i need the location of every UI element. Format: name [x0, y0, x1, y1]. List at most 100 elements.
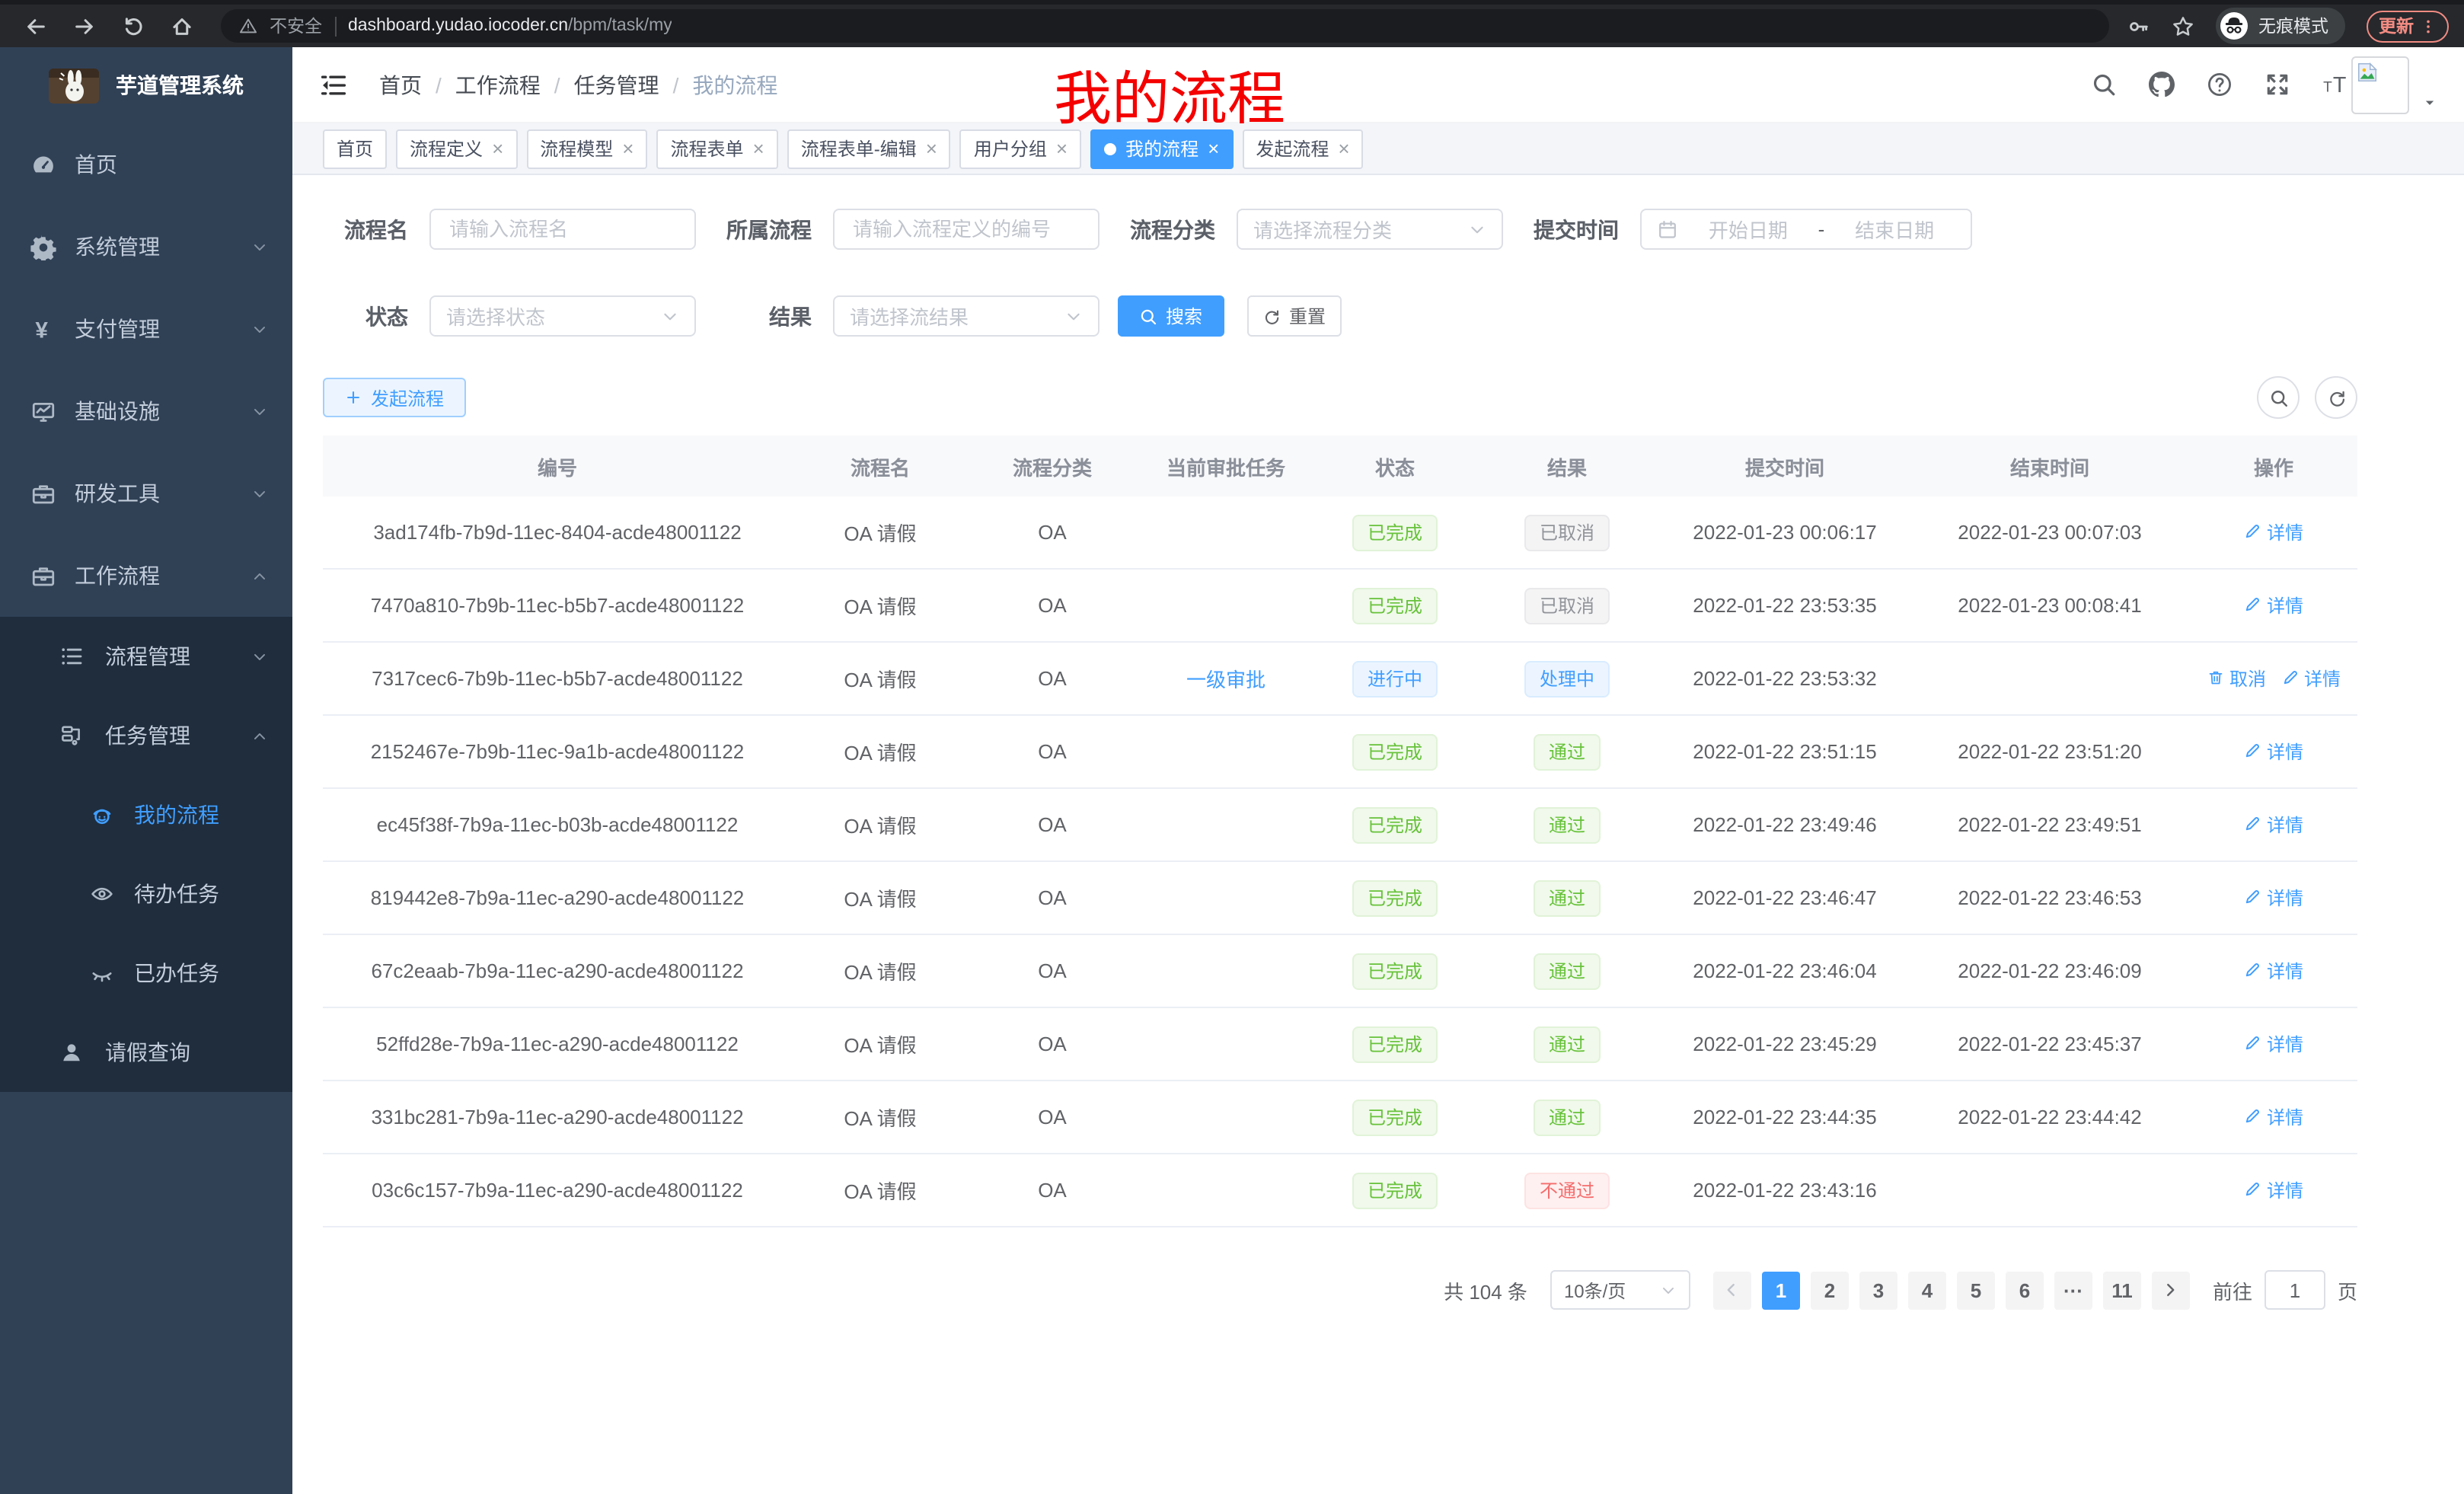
sidebar-item[interactable]: 流程管理	[0, 617, 292, 696]
select-input[interactable]: 请选择状态	[429, 295, 696, 337]
page-button[interactable]: 4	[1908, 1271, 1946, 1309]
chevron-icon	[251, 238, 268, 255]
table-row: 3ad174fb-7b9d-11ec-8404-acde48001122 OA …	[323, 496, 2357, 570]
tab[interactable]: 流程表单 ×	[656, 129, 777, 168]
page-button[interactable]: 5	[1957, 1271, 1995, 1309]
action-link[interactable]: 取消	[2207, 666, 2266, 691]
github-icon[interactable]	[2149, 72, 2175, 97]
star-icon[interactable]	[2172, 14, 2194, 37]
tab-label: 首页	[337, 136, 373, 161]
breadcrumb-item[interactable]: 首页 /	[379, 69, 455, 100]
action-link[interactable]: 详情	[2244, 1031, 2303, 1057]
sidebar-item-label: 首页	[75, 149, 268, 180]
tab-close-icon[interactable]: ×	[753, 139, 764, 158]
sidebar-item[interactable]: 待办任务	[0, 854, 292, 934]
tab-close-icon[interactable]: ×	[1056, 139, 1068, 158]
cell-status: 已完成	[1316, 953, 1474, 989]
caret-down-icon[interactable]	[2423, 95, 2437, 113]
tab[interactable]: 首页	[323, 129, 387, 168]
address-bar[interactable]: 不安全 dashboard.yudao.iocoder.cn/bpm/task/…	[221, 9, 2109, 43]
action-link[interactable]: 详情	[2244, 958, 2303, 984]
avatar[interactable]	[2351, 56, 2409, 113]
action-link[interactable]: 详情	[2244, 592, 2303, 618]
tab-close-icon[interactable]: ×	[1208, 139, 1219, 158]
cell-result: 通过	[1474, 953, 1660, 989]
tab[interactable]: 流程定义 ×	[396, 129, 517, 168]
select-input[interactable]: 请选择流结果	[833, 295, 1100, 337]
text-input[interactable]	[429, 209, 696, 250]
chevron-icon	[251, 727, 268, 744]
sidebar-item[interactable]: 系统管理	[0, 206, 292, 288]
prev-page-button[interactable]	[1713, 1271, 1751, 1309]
action-link[interactable]: 详情	[2244, 1104, 2303, 1130]
fullscreen-icon[interactable]	[2265, 72, 2290, 97]
table-header-cell: 流程分类	[969, 452, 1136, 480]
select-input[interactable]: 请选择流程分类	[1237, 209, 1503, 250]
cell-actions: 详情	[2190, 1031, 2357, 1058]
task-link[interactable]: 一级审批	[1186, 664, 1266, 693]
forward-icon[interactable]	[73, 14, 96, 37]
table-header-cell: 提交时间	[1660, 452, 1910, 480]
help-icon[interactable]	[2207, 72, 2233, 97]
reload-icon[interactable]	[122, 14, 145, 37]
tab-label: 流程表单-编辑	[801, 136, 917, 161]
page-button[interactable]: 6	[2006, 1271, 2044, 1309]
menu-dots-icon[interactable]	[2420, 18, 2437, 34]
action-link[interactable]: 详情	[2244, 885, 2303, 911]
reset-button[interactable]: 重置	[1247, 295, 1342, 337]
action-link[interactable]: 详情	[2244, 739, 2303, 765]
tab-close-icon[interactable]: ×	[1338, 139, 1349, 158]
update-button[interactable]: 更新	[2367, 10, 2449, 42]
page-button[interactable]: ···	[2054, 1271, 2092, 1309]
browser-toolbar: 不安全 dashboard.yudao.iocoder.cn/bpm/task/…	[0, 0, 2464, 47]
tab-label: 我的流程	[1125, 136, 1198, 161]
tab-close-icon[interactable]: ×	[926, 139, 937, 158]
text-input[interactable]	[833, 209, 1100, 250]
cell-process-name: OA 请假	[792, 883, 969, 912]
sidebar-item[interactable]: 已办任务	[0, 934, 292, 1013]
tab[interactable]: 流程模型 ×	[526, 129, 647, 168]
search-icon[interactable]	[2091, 72, 2117, 97]
action-link[interactable]: 详情	[2281, 666, 2341, 691]
collapse-sidebar-icon[interactable]	[320, 71, 347, 98]
tab-close-icon[interactable]: ×	[492, 139, 503, 158]
font-size-icon[interactable]: TT	[2322, 72, 2348, 97]
page-size-select[interactable]: 10条/页	[1550, 1270, 1690, 1310]
jump-page-input[interactable]	[2265, 1270, 2325, 1310]
tab-label: 流程表单	[670, 136, 743, 161]
next-page-button[interactable]	[2152, 1271, 2190, 1309]
page-button[interactable]: 3	[1859, 1271, 1897, 1309]
tab[interactable]: 流程表单-编辑 ×	[787, 129, 951, 168]
page-button[interactable]: 2	[1811, 1271, 1849, 1309]
breadcrumb-item[interactable]: 任务管理 /	[574, 69, 693, 100]
action-link[interactable]: 详情	[2244, 519, 2303, 545]
action-link[interactable]: 详情	[2244, 812, 2303, 838]
page-button[interactable]: 1	[1762, 1271, 1800, 1309]
filter-field: 流程分类 请选择流程分类	[1130, 209, 1503, 250]
url-text: dashboard.yudao.iocoder.cn/bpm/task/my	[348, 17, 672, 35]
sidebar-item[interactable]: ¥ 支付管理	[0, 288, 292, 370]
sidebar-item[interactable]: 基础设施	[0, 370, 292, 452]
sidebar-item[interactable]: 请假查询	[0, 1013, 292, 1092]
home-icon[interactable]	[171, 14, 193, 37]
sidebar-item[interactable]: 任务管理	[0, 696, 292, 775]
search-icon	[1140, 307, 1158, 325]
page-button[interactable]: 11	[2103, 1271, 2141, 1309]
sidebar-item[interactable]: 首页	[0, 123, 292, 206]
sidebar-item[interactable]: 我的流程	[0, 775, 292, 854]
daterange-input[interactable]: 开始日期 - 结束日期	[1640, 209, 1972, 250]
breadcrumb-item[interactable]: 我的流程 /	[692, 69, 777, 100]
create-process-button[interactable]: 发起流程	[323, 378, 466, 417]
action-link[interactable]: 详情	[2244, 1177, 2303, 1203]
sidebar-item[interactable]: 工作流程	[0, 535, 292, 617]
tab-close-icon[interactable]: ×	[622, 139, 634, 158]
cell-submit-time: 2022-01-22 23:51:15	[1660, 740, 1910, 763]
calendar-icon	[1657, 219, 1678, 240]
divider	[334, 16, 336, 36]
cell-id: 331bc281-7b9a-11ec-a290-acde48001122	[323, 1106, 792, 1128]
sidebar-item[interactable]: 研发工具	[0, 452, 292, 535]
key-icon[interactable]	[2127, 14, 2150, 37]
breadcrumb-item[interactable]: 工作流程 /	[455, 69, 574, 100]
back-icon[interactable]	[24, 14, 47, 37]
search-button[interactable]: 搜索	[1118, 295, 1224, 337]
